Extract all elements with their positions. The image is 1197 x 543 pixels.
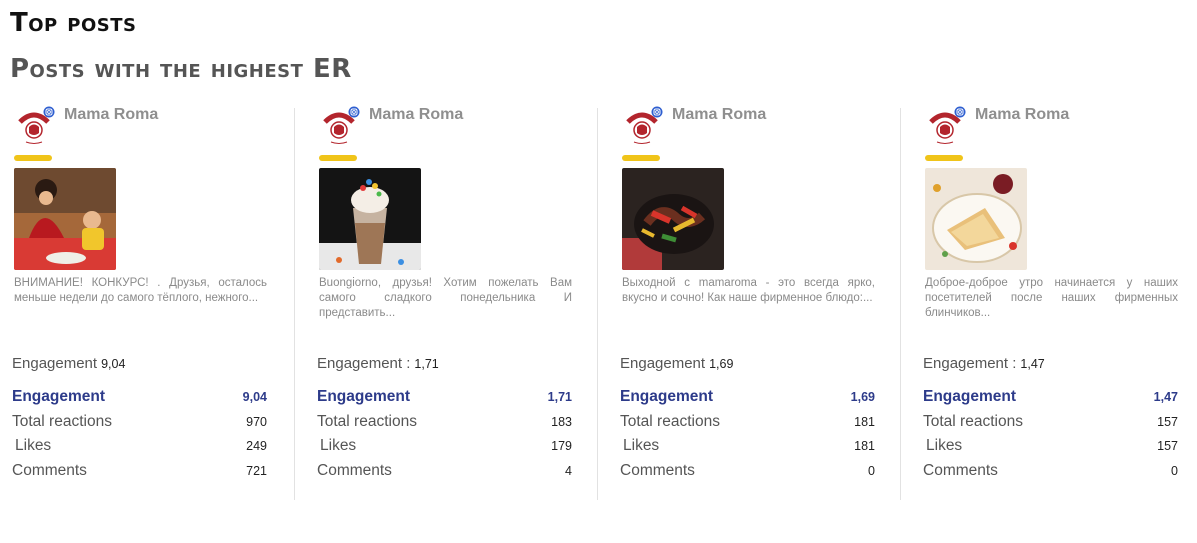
stat-label: Likes <box>320 437 357 454</box>
post-thumbnail[interactable] <box>622 168 724 270</box>
post-caption: Доброе-доброе утро начинается у наших по… <box>925 277 1178 319</box>
stat-value: 0 <box>1171 463 1178 478</box>
stat-row-likes: Likes 249 <box>12 435 267 460</box>
engagement-summary: Engagement 1,69 <box>620 355 733 372</box>
instagram-icon <box>43 106 55 118</box>
post-stats: Engagement 9,04 Total reactions 970 Like… <box>12 386 267 484</box>
instagram-icon <box>651 106 663 118</box>
post-stats: Engagement 1,47 Total reactions 157 Like… <box>923 386 1178 484</box>
stat-value: 4 <box>565 463 572 478</box>
engagement-summary: Engagement :1,71 <box>317 355 439 372</box>
post-card[interactable]: Mama Roma Выходной с mamaroma - это всег… <box>618 100 888 500</box>
stat-row-total-reactions: Total reactions 970 <box>12 411 267 436</box>
stat-label: Engagement <box>620 388 714 405</box>
account-name[interactable]: Mama Roma <box>369 106 463 124</box>
stat-row-comments: Comments 721 <box>12 460 267 485</box>
section-subtitle: Posts with the highest ER <box>10 54 352 84</box>
instagram-icon <box>348 106 360 118</box>
stat-label: Engagement <box>923 388 1017 405</box>
stat-row-likes: Likes 179 <box>317 435 572 460</box>
stat-label: Total reactions <box>923 412 1023 430</box>
post-card[interactable]: Mama Roma ВНИМАНИЕ! КОНКУРС! . Друзья, о… <box>10 100 280 500</box>
mama-roma-logo <box>14 106 56 146</box>
stat-row-likes: Likes 157 <box>923 435 1178 460</box>
mama-roma-logo <box>622 106 664 146</box>
stat-value: 9,04 <box>242 390 267 404</box>
engagement-summary-label: Engagement : <box>923 355 1017 372</box>
engagement-summary-label: Engagement <box>12 355 98 372</box>
engagement-summary-value: 1,69 <box>709 357 734 371</box>
engagement-summary-value: 9,04 <box>101 357 126 371</box>
mama-roma-logo <box>319 106 361 146</box>
stat-label: Likes <box>926 437 963 454</box>
post-card[interactable]: Mama Roma Доброе-доброе утро начинается … <box>921 100 1191 500</box>
post-card[interactable]: Mama Roma Buongiorno, друзья! Хотим поже… <box>315 100 585 500</box>
top-posts-list: Mama Roma ВНИМАНИЕ! КОНКУРС! . Друзья, о… <box>0 100 1197 500</box>
stat-row-comments: Comments 4 <box>317 460 572 485</box>
engagement-summary-label: Engagement <box>620 355 706 372</box>
stat-row-comments: Comments 0 <box>923 460 1178 485</box>
stat-value: 181 <box>854 439 875 453</box>
mama-roma-logo <box>925 106 967 146</box>
account-name[interactable]: Mama Roma <box>672 106 766 124</box>
stat-value: 157 <box>1157 439 1178 453</box>
stat-value: 181 <box>854 414 875 429</box>
accent-bar <box>319 155 357 161</box>
engagement-summary-value: 1,71 <box>414 357 439 371</box>
accent-bar <box>925 155 963 161</box>
stat-value: 0 <box>868 463 875 478</box>
stat-value: 183 <box>551 414 572 429</box>
account-name[interactable]: Mama Roma <box>975 106 1069 124</box>
stat-value: 721 <box>246 463 267 478</box>
stat-label: Total reactions <box>12 412 112 430</box>
stat-value: 1,71 <box>547 390 572 404</box>
post-caption: ВНИМАНИЕ! КОНКУРС! . Друзья, осталось ме… <box>14 277 267 304</box>
engagement-summary-label: Engagement : <box>317 355 411 372</box>
stat-row-engagement: Engagement 1,47 <box>923 386 1178 411</box>
post-thumbnail[interactable] <box>14 168 116 270</box>
stat-row-engagement: Engagement 1,71 <box>317 386 572 411</box>
accent-bar <box>622 155 660 161</box>
post-caption: Выходной с mamaroma - это всегда ярко, в… <box>622 277 875 304</box>
stat-label: Comments <box>620 461 695 479</box>
card-divider <box>294 108 295 500</box>
engagement-summary: Engagement :1,47 <box>923 355 1045 372</box>
stat-label: Engagement <box>317 388 411 405</box>
stat-label: Likes <box>15 437 52 454</box>
accent-bar <box>14 155 52 161</box>
stat-value: 179 <box>551 439 572 453</box>
stat-row-total-reactions: Total reactions 183 <box>317 411 572 436</box>
post-thumbnail[interactable] <box>319 168 421 270</box>
stat-row-total-reactions: Total reactions 157 <box>923 411 1178 436</box>
stat-value: 970 <box>246 414 267 429</box>
account-name[interactable]: Mama Roma <box>64 106 158 124</box>
stat-value: 1,47 <box>1153 390 1178 404</box>
stat-label: Comments <box>12 461 87 479</box>
post-stats: Engagement 1,71 Total reactions 183 Like… <box>317 386 572 484</box>
card-divider <box>597 108 598 500</box>
page-title: Top posts <box>10 8 137 38</box>
post-stats: Engagement 1,69 Total reactions 181 Like… <box>620 386 875 484</box>
stat-label: Engagement <box>12 388 106 405</box>
stat-value: 249 <box>246 439 267 453</box>
stat-label: Comments <box>923 461 998 479</box>
stat-row-total-reactions: Total reactions 181 <box>620 411 875 436</box>
engagement-summary: Engagement 9,04 <box>12 355 125 372</box>
card-divider <box>900 108 901 500</box>
engagement-summary-value: 1,47 <box>1020 357 1045 371</box>
post-caption: Buongiorno, друзья! Хотим пожелать Вам с… <box>319 277 572 319</box>
stat-label: Likes <box>623 437 660 454</box>
stat-label: Comments <box>317 461 392 479</box>
stat-label: Total reactions <box>620 412 720 430</box>
stat-value: 157 <box>1157 414 1178 429</box>
stat-row-likes: Likes 181 <box>620 435 875 460</box>
instagram-icon <box>954 106 966 118</box>
stat-label: Total reactions <box>317 412 417 430</box>
post-thumbnail[interactable] <box>925 168 1027 270</box>
stat-row-engagement: Engagement 9,04 <box>12 386 267 411</box>
stat-row-engagement: Engagement 1,69 <box>620 386 875 411</box>
stat-row-comments: Comments 0 <box>620 460 875 485</box>
stat-value: 1,69 <box>850 390 875 404</box>
